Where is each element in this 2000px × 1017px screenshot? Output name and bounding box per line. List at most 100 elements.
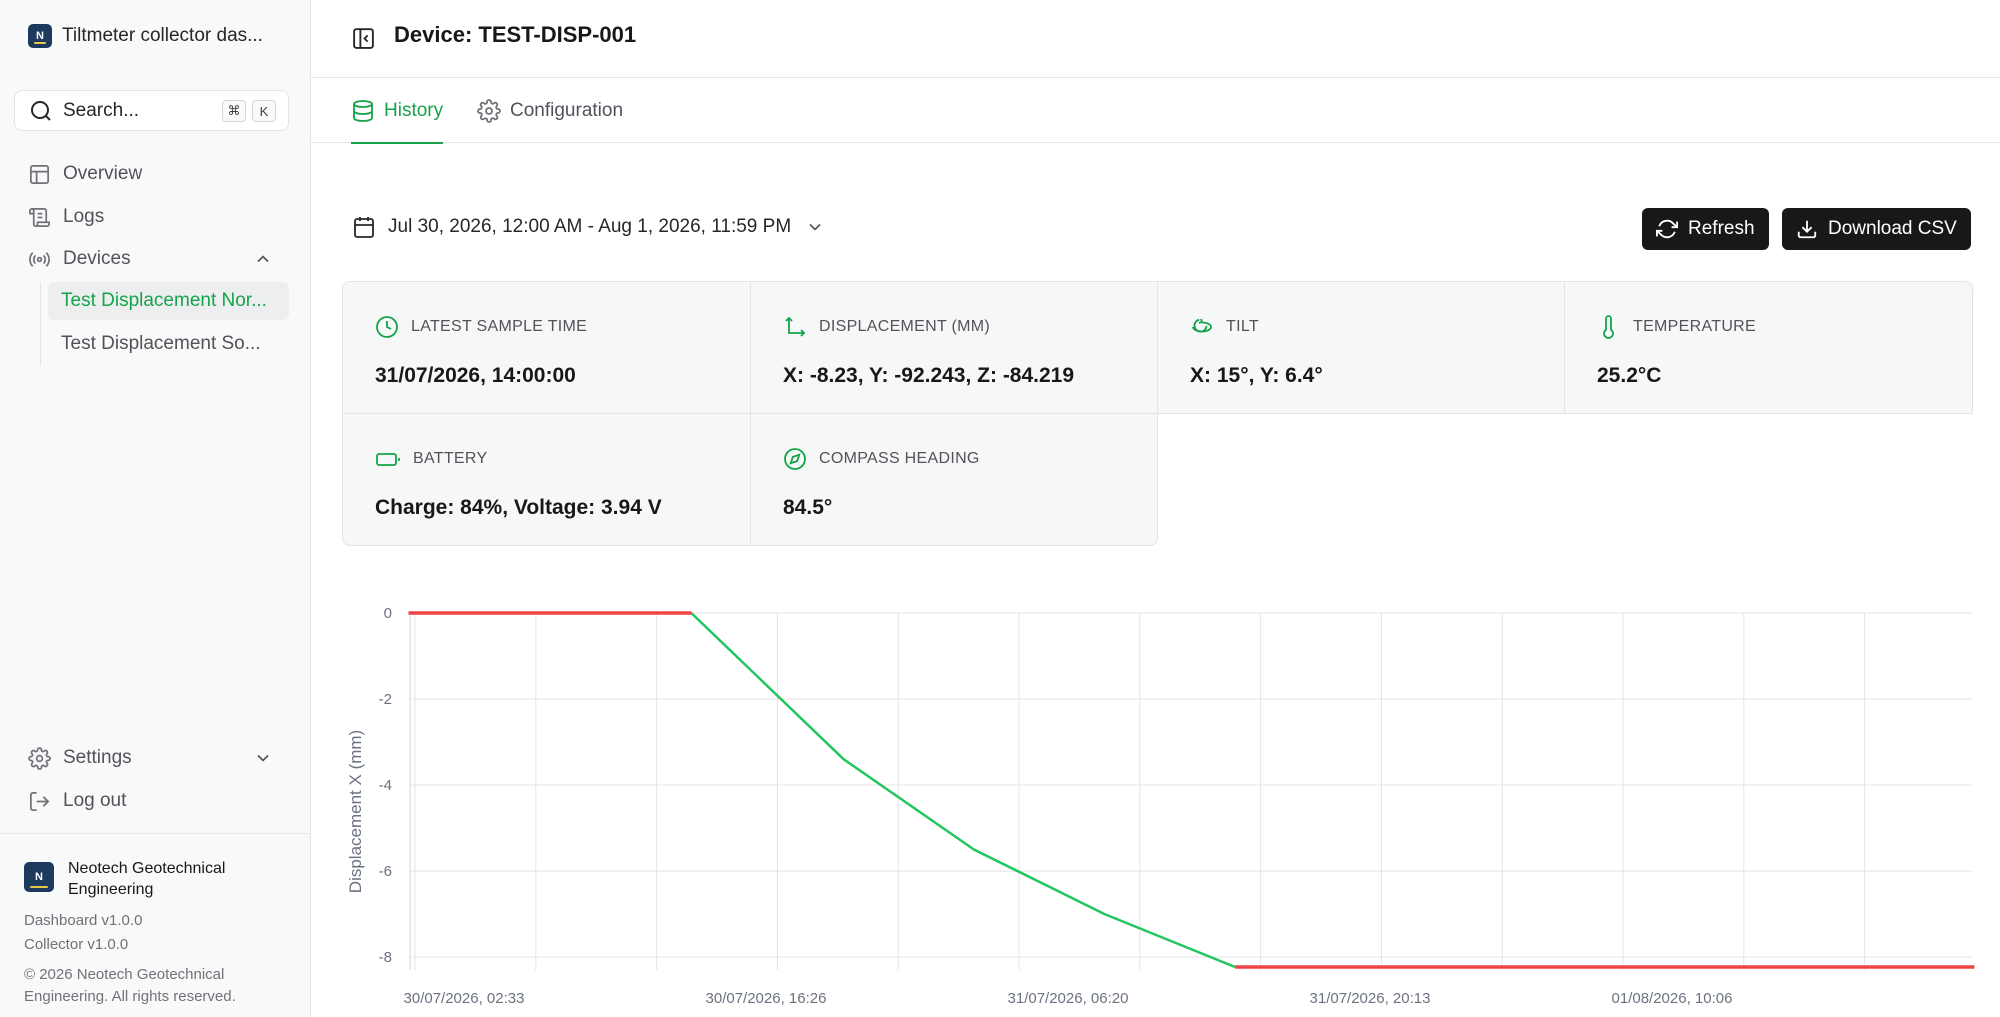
series-line-0 [408,611,1236,969]
database-icon [353,99,373,122]
y-tick-label: -8 [379,949,392,966]
x-tick-label: 31/07/2026, 20:13 [1310,990,1431,1007]
x-tick-label: 01/08/2026, 10:06 [1612,990,1733,1007]
x-tick-label: 30/07/2026, 02:33 [404,990,525,1007]
card-value: X: 15°, Y: 6.4° [1190,364,1323,387]
app-title: Tiltmeter collector das... [62,25,263,46]
nav-settings-label: Settings [63,747,132,768]
nav-overview[interactable]: Overview [14,156,289,192]
y-tick-label: -6 [379,863,392,880]
card-title: BATTERY [413,450,488,467]
card-header: COMPASS HEADING [783,447,980,471]
device-item-north[interactable]: Test Displacement Nor... [48,282,289,320]
y-tick-label: -2 [379,691,392,708]
panel-left-icon[interactable] [351,26,376,51]
kbd-k: K [252,100,276,122]
nav-logout-label: Log out [63,790,127,811]
axes-icon [785,316,806,337]
tab-configuration-label: Configuration [510,99,624,121]
device-item-south[interactable]: Test Displacement So... [48,325,289,363]
y-axis-label: Displacement X (mm) [346,730,365,893]
tab-bar: History Configuration [311,78,2000,144]
date-range-label: Jul 30, 2026, 12:00 AM - Aug 1, 2026, 11… [388,216,792,237]
nav-devices[interactable]: Devices [14,241,289,277]
card-value: 25.2°C [1597,364,1662,387]
download-csv-button[interactable]: Download CSV [1782,208,1971,250]
y-tick-label: -4 [379,777,392,794]
refresh-icon [1656,219,1678,239]
tab-configuration[interactable]: Configuration [477,78,623,143]
chevron-down-icon [809,223,821,231]
gear-icon [28,746,51,770]
clock-icon [376,316,398,338]
chevron-up-icon[interactable] [253,249,273,269]
collector-version: Collector v1.0.0 [24,936,129,953]
card-header: BATTERY [375,447,487,471]
y-tick-label: 0 [384,605,392,622]
card-latest-sample: LATEST SAMPLE TIME 31/07/2026, 14:00:00 [342,281,751,414]
log-out-icon [30,791,50,811]
card-header: DISPLACEMENT (MM) [783,315,990,339]
card-title: TEMPERATURE [1633,318,1757,335]
calendar-icon [354,217,374,238]
search-input[interactable]: Search... ⌘ K [14,90,289,131]
download-csv-label: Download CSV [1828,218,1957,239]
refresh-label: Refresh [1688,218,1755,239]
tab-history-label: History [384,99,444,121]
card-title: COMPASS HEADING [819,450,980,467]
org-info: N Neotech Geotechnical Engineering [24,858,258,900]
kbd-cmd: ⌘ [222,100,246,122]
app-logo: N [28,24,52,48]
date-range-picker[interactable]: Jul 30, 2026, 12:00 AM - Aug 1, 2026, 11… [352,215,825,239]
nav-logs[interactable]: Logs [14,199,289,235]
page-title: Device: TEST-DISP-001 [394,22,637,47]
x-tick-label: 31/07/2026, 06:20 [1008,990,1129,1007]
copyright: © 2026 Neotech Geotechnical Engineering.… [24,966,236,1005]
nav-devices-label: Devices [63,248,131,269]
card-value: 31/07/2026, 14:00:00 [375,364,576,387]
search-placeholder: Search... [63,99,140,121]
submenu-guide [40,282,41,366]
card-value: Charge: 84%, Voltage: 3.94 V [375,496,662,519]
card-temperature: TEMPERATURE 25.2°C [1564,281,1973,414]
search-icon [31,100,51,121]
radio-icon [29,251,50,267]
compass-icon [784,448,806,470]
card-header: TEMPERATURE [1597,315,1756,339]
download-icon [1797,220,1817,239]
org-name: Neotech Geotechnical Engineering [68,860,226,898]
card-value: X: -8.23, Y: -92.243, Z: -84.219 [783,364,1075,387]
nav-settings[interactable]: Settings [14,740,289,776]
card-title: DISPLACEMENT (MM) [819,318,991,335]
rotate-3d-icon [1192,318,1212,333]
gear-icon [477,98,501,123]
card-title: TILT [1226,318,1259,335]
card-displacement: DISPLACEMENT (MM) X: -8.23, Y: -92.243, … [750,281,1158,414]
app-brand[interactable]: N Tiltmeter collector das... [28,24,263,48]
org-logo: N [24,862,54,892]
card-value: 84.5° [783,496,833,519]
chart-svg: 0 -2 -4 -6 -8 Displacement X (mm) 30/07/2026, … [346,605,1975,1007]
search-shortcut: ⌘ K [222,100,276,122]
thermometer-icon [1603,315,1614,339]
card-battery: BATTERY Charge: 84%, Voltage: 3.94 V [342,413,751,546]
dashboard-version: Dashboard v1.0.0 [24,912,143,929]
refresh-button[interactable]: Refresh [1642,208,1769,250]
tab-history[interactable]: History [351,78,444,144]
nav-logs-label: Logs [63,206,105,227]
displacement-chart: 0 -2 -4 -6 -8 Displacement X (mm) 30/07/2026, … [335,580,2000,1017]
card-header: TILT [1190,315,1259,339]
card-compass: COMPASS HEADING 84.5° [750,413,1158,546]
chevron-down-icon[interactable] [253,748,273,768]
battery-icon [376,453,400,466]
card-header: LATEST SAMPLE TIME [375,315,587,339]
top-bar: Device: TEST-DISP-001 [311,0,2000,78]
nav-overview-label: Overview [63,163,143,184]
layout-icon [30,164,49,184]
sidebar-footer: N Neotech Geotechnical Engineering Dashb… [0,833,310,1005]
sidebar: N Tiltmeter collector das... Search... ⌘… [0,0,311,1017]
nav-logout[interactable]: Log out [14,783,289,819]
scroll-text-icon [29,207,50,227]
x-tick-label: 30/07/2026, 16:26 [706,990,827,1007]
card-tilt: TILT X: 15°, Y: 6.4° [1157,281,1565,414]
